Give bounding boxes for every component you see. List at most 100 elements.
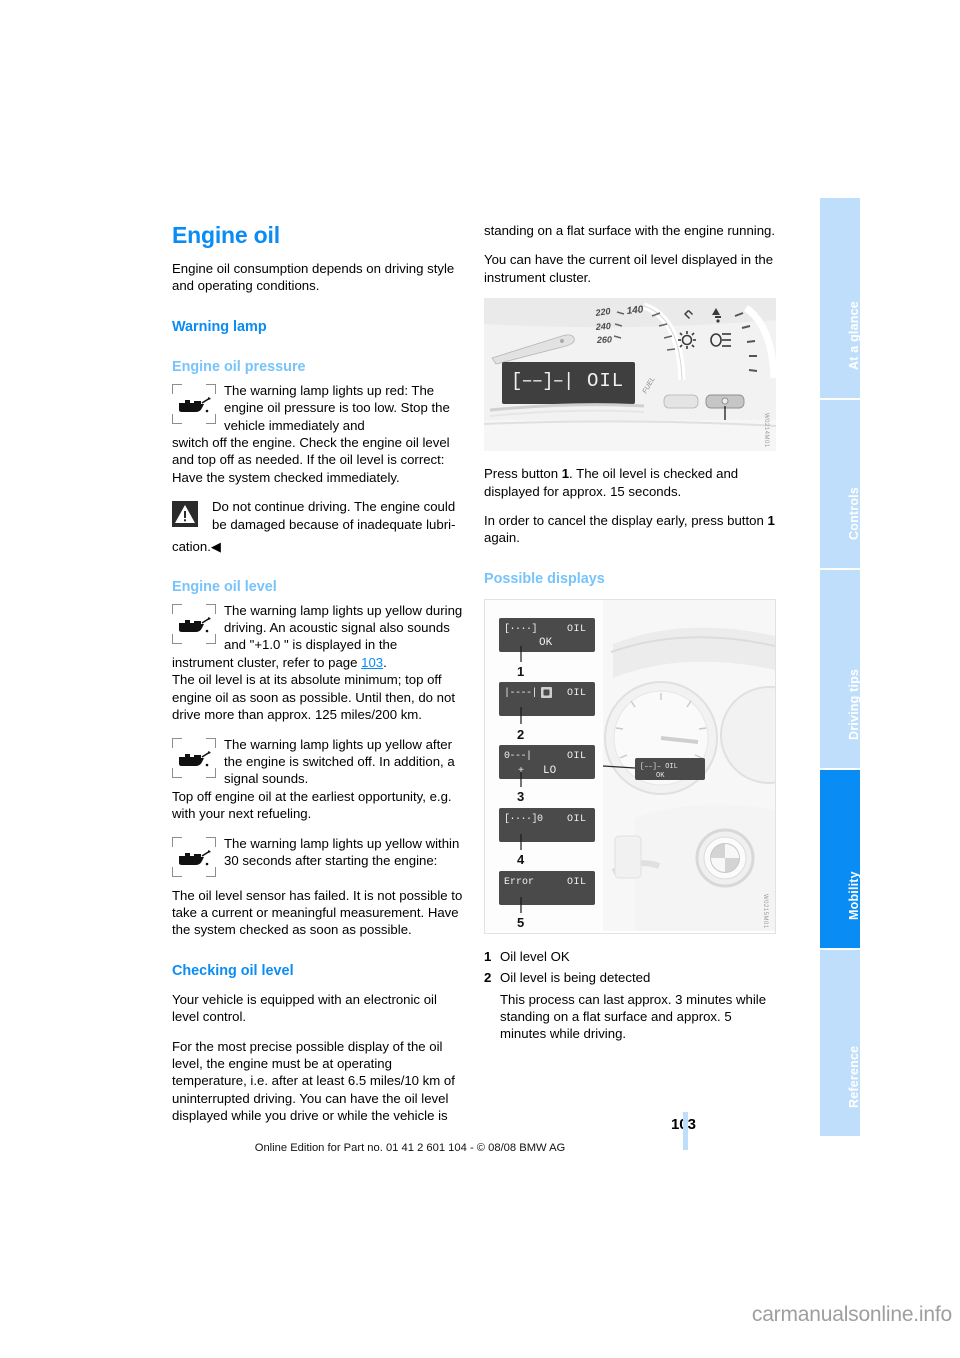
oil-can-lamp-icon <box>172 737 216 778</box>
oil-level-icon-text-c: The warning lamp lights up yellow within… <box>224 835 460 868</box>
page-number: 103 <box>600 1116 696 1133</box>
bracket-top-left <box>172 836 182 847</box>
tab-driving-tips-label: Driving tips <box>847 668 861 740</box>
list-item: 1 Oil level OK <box>484 948 776 965</box>
bracket-top-right <box>206 603 216 614</box>
warning-icon-slot <box>172 501 206 531</box>
cancel-pre: In order to cancel the display early, pr… <box>484 513 768 529</box>
page-reference-link[interactable]: 103 <box>361 655 383 670</box>
bracket-top-left <box>172 383 182 394</box>
manual-page: At a glance Controls Driving tips Mobili… <box>0 0 960 1358</box>
figure-instrument-cluster: 220 140 240 260 [‒‒]‒| OIL FUEL W0214M01 <box>484 298 776 452</box>
svg-text:[‒‒]‒|: [‒‒]‒| <box>511 370 573 392</box>
svg-text:3: 3 <box>517 789 524 804</box>
svg-text:[····]0: [····]0 <box>504 813 543 825</box>
press-button-paragraph: Press button 1. The oil level is checked… <box>484 465 776 500</box>
svg-text:0---|: 0---| <box>504 750 532 762</box>
bracket-top-left <box>172 603 182 614</box>
continued-paragraph-1: standing on a flat surface with the engi… <box>484 223 776 238</box>
svg-text:240: 240 <box>594 321 611 332</box>
oil-level-icon-slot-b <box>172 737 218 784</box>
svg-text:OIL: OIL <box>567 814 587 825</box>
checking-body-2: For the most precise possible display of… <box>172 1038 455 1124</box>
oil-can-glyph <box>179 750 211 766</box>
svg-text:[‒‒]‒ OIL: [‒‒]‒ OIL <box>640 763 678 771</box>
end-of-warning-mark: ◀ <box>210 539 222 555</box>
oil-level-body-a: instrument cluster, refer to page 103. <box>172 654 464 671</box>
warning-triangle-glyph <box>175 505 195 524</box>
edition-footer: Online Edition for Part no. 01 41 2 601 … <box>254 1142 566 1154</box>
bracket-bottom-right <box>206 767 216 778</box>
watermark: carmanualsonline.info <box>751 1303 952 1326</box>
bracket-top-left <box>172 737 182 748</box>
svg-text:|----|: |----| <box>504 687 537 699</box>
left-text-column: Engine oil Engine oil consumption depend… <box>172 222 464 1137</box>
list-item-text: Oil level is being detected <box>500 970 651 986</box>
bracket-bottom-right <box>206 866 216 877</box>
oil-level-block-c: The warning lamp lights up yellow within… <box>172 835 464 887</box>
bracket-top-right <box>206 383 216 394</box>
oil-can-lamp-icon <box>172 383 216 424</box>
svg-text:Error: Error <box>504 877 534 888</box>
list-item-number: 1 <box>484 948 492 964</box>
cancel-display-paragraph: In order to cancel the display early, pr… <box>484 512 776 547</box>
tab-reference-label: Reference <box>847 1045 861 1108</box>
warning-note-block: Do not continue driving. The engine coul… <box>172 498 464 538</box>
press-button-number: 1 <box>561 466 570 482</box>
svg-text:OK: OK <box>539 637 553 649</box>
tab-mobility-label: Mobility <box>847 871 861 920</box>
svg-text:OK: OK <box>656 772 665 780</box>
intro-paragraph: Engine oil consumption depends on drivin… <box>172 261 455 294</box>
tab-driving-tips[interactable]: Driving tips <box>820 570 861 768</box>
warning-triangle-icon <box>172 501 198 528</box>
oil-can-glyph <box>179 849 211 865</box>
oil-can-glyph <box>179 396 211 413</box>
oil-can-lamp-icon <box>172 603 216 644</box>
heading-engine-oil-pressure: Engine oil pressure <box>172 358 306 375</box>
svg-text:4: 4 <box>517 852 525 867</box>
heading-possible-displays: Possible displays <box>484 570 605 587</box>
oil-level-body-a2: The oil level is at its absolute minimum… <box>172 672 455 723</box>
oil-pressure-warning-block: The warning lamp lights up red: The engi… <box>172 382 464 434</box>
svg-text:OIL: OIL <box>567 624 587 635</box>
tab-at-a-glance-label: At a glance <box>847 301 861 370</box>
list-item-number: 2 <box>484 970 492 986</box>
oil-level-icon-text-a: The warning lamp lights up yellow during… <box>224 602 463 653</box>
tab-reference[interactable]: Reference <box>820 950 861 1136</box>
svg-text:1: 1 <box>517 664 524 679</box>
tab-mobility[interactable]: Mobility <box>820 770 861 948</box>
tab-controls-label: Controls <box>847 487 861 540</box>
right-text-column: standing on a flat surface with the engi… <box>484 222 776 1043</box>
svg-text:OIL: OIL <box>567 877 587 888</box>
figure-1-code: W0214M01 <box>763 412 769 448</box>
oil-can-glyph <box>179 616 211 632</box>
oil-level-body-a-post: . <box>383 654 387 670</box>
svg-text:[····]: [····] <box>504 623 537 635</box>
possible-displays-list: 1 Oil level OK 2 Oil level is being dete… <box>484 948 776 1043</box>
list-item: 2 Oil level is being detected <box>484 969 776 986</box>
svg-text:OIL: OIL <box>567 688 587 699</box>
oil-level-block-a: The warning lamp lights up yellow during… <box>172 602 464 654</box>
heading-warning-lamp: Warning lamp <box>172 318 267 335</box>
figure-instrument-cluster-art: 220 140 240 260 [‒‒]‒| OIL FUEL <box>484 298 776 452</box>
bracket-bottom-right <box>206 413 216 424</box>
oil-level-body-c: The oil level sensor has failed. It is n… <box>172 887 463 938</box>
bracket-bottom-left <box>172 866 182 877</box>
tab-controls[interactable]: Controls <box>820 400 861 568</box>
section-tab-rail: At a glance Controls Driving tips Mobili… <box>820 198 861 1188</box>
oil-level-body-a-pre: instrument cluster, refer to page <box>172 654 362 670</box>
oil-level-body-b: Top off engine oil at the earliest oppor… <box>172 788 452 822</box>
bracket-bottom-left <box>172 633 182 644</box>
list-item-text: Oil level OK <box>500 948 570 964</box>
page-title: Engine oil <box>172 222 280 248</box>
oil-level-icon-text-b: The warning lamp lights up yellow after … <box>224 736 455 787</box>
oil-level-icon-slot-c <box>172 836 218 883</box>
bracket-bottom-left <box>172 767 182 778</box>
svg-text:140: 140 <box>626 304 644 317</box>
bracket-top-right <box>206 836 216 847</box>
checking-body-1: Your vehicle is equipped with an electro… <box>172 991 437 1025</box>
svg-text:OIL: OIL <box>587 370 624 392</box>
list-item-sub-text: This process can last approx. 3 minutes … <box>500 991 767 1042</box>
continued-paragraph-2: You can have the current oil level displ… <box>484 252 774 285</box>
tab-at-a-glance[interactable]: At a glance <box>820 198 861 398</box>
